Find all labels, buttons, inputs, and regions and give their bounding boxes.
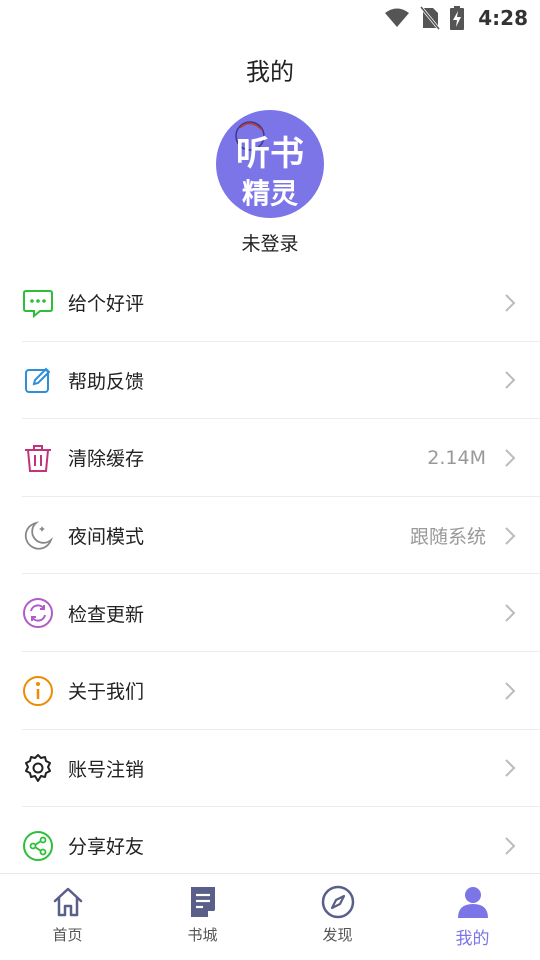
- chevron-right-icon: [505, 294, 516, 312]
- nav-discover[interactable]: 发现: [270, 874, 405, 960]
- avatar[interactable]: 听书 精灵: [216, 110, 324, 218]
- nav-bookstore[interactable]: 书城: [135, 874, 270, 960]
- trash-icon: [25, 444, 51, 472]
- menu-label: 清除缓存: [68, 448, 145, 471]
- chevron-right-icon: [505, 449, 516, 467]
- share-icon: [23, 830, 53, 861]
- menu-item-check-update[interactable]: 检查更新: [0, 574, 540, 652]
- edit-icon: [25, 367, 51, 394]
- user-icon: [457, 887, 488, 918]
- menu-item-rate[interactable]: 给个好评: [0, 264, 540, 342]
- menu-label: 给个好评: [68, 293, 145, 316]
- app-logo: 听书 精灵: [235, 121, 304, 210]
- chevron-right-icon: [505, 837, 516, 855]
- comment-icon: [23, 289, 53, 318]
- nav-label: 我的: [455, 929, 490, 949]
- night-mode-value: 跟随系统: [409, 526, 486, 549]
- logo-text-line2: 精灵: [242, 177, 298, 210]
- menu-label: 关于我们: [68, 681, 145, 704]
- menu-label: 账号注销: [68, 758, 145, 781]
- chevron-right-icon: [505, 371, 516, 390]
- nav-label: 发现: [322, 926, 353, 944]
- status-bar: 4:28: [0, 0, 540, 36]
- nav-mine[interactable]: 我的: [405, 874, 540, 960]
- menu-item-night-mode[interactable]: 夜间模式 跟随系统: [0, 497, 540, 575]
- book-icon: [190, 887, 215, 917]
- page-title: 我的: [246, 58, 294, 86]
- chevron-right-icon: [505, 682, 516, 700]
- battery-charging-icon: [450, 6, 465, 30]
- nav-label: 书城: [187, 926, 218, 944]
- compass-icon: [321, 885, 354, 919]
- menu-label: 分享好友: [68, 836, 145, 859]
- status-time: 4:28: [478, 6, 528, 30]
- login-status[interactable]: 未登录: [0, 229, 540, 256]
- nav-home[interactable]: 首页: [0, 874, 135, 960]
- home-icon: [53, 887, 82, 917]
- bottom-nav: 首页 书城 发现 我的: [0, 873, 540, 960]
- refresh-icon: [23, 598, 53, 629]
- chevron-right-icon: [505, 526, 516, 545]
- menu-item-feedback[interactable]: 帮助反馈: [0, 342, 540, 420]
- nav-label: 首页: [52, 926, 83, 944]
- no-sim-icon: [420, 6, 441, 30]
- moon-icon: [24, 520, 53, 550]
- gear-icon: [25, 754, 51, 783]
- settings-menu: 给个好评 帮助反馈 清除缓存 2.14M 夜间模式 跟随系统 检查更新 关于我们…: [0, 264, 540, 885]
- logo-text-line1: 听书: [236, 134, 304, 174]
- info-icon: [23, 675, 53, 706]
- menu-item-clear-cache[interactable]: 清除缓存 2.14M: [0, 419, 540, 497]
- menu-label: 检查更新: [68, 603, 145, 626]
- cache-size: 2.14M: [427, 446, 486, 469]
- chevron-right-icon: [505, 759, 516, 778]
- menu-item-delete-account[interactable]: 账号注销: [0, 730, 540, 808]
- chevron-right-icon: [505, 604, 516, 622]
- menu-label: 夜间模式: [68, 526, 145, 549]
- menu-label: 帮助反馈: [68, 370, 145, 393]
- menu-item-about[interactable]: 关于我们: [0, 652, 540, 730]
- wifi-icon: [385, 8, 410, 27]
